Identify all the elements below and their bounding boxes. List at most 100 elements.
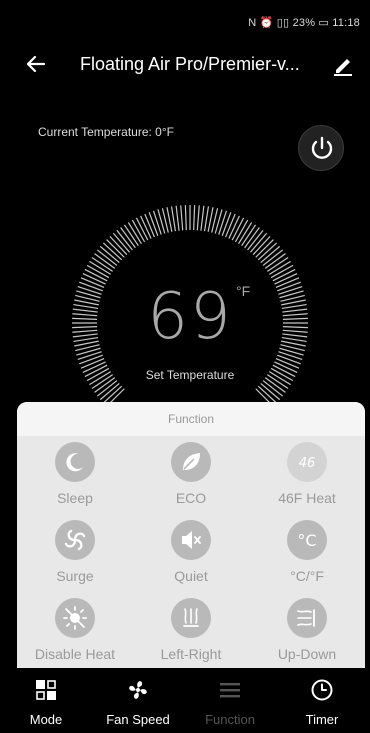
dial-tick xyxy=(152,210,162,235)
nav-function[interactable]: Function xyxy=(184,668,276,733)
dial-tick xyxy=(144,213,155,238)
function-46f-heat[interactable]: 46 46F Heat xyxy=(257,442,357,514)
dial-tick xyxy=(200,205,205,231)
dial-tick xyxy=(278,351,303,361)
dial-tick xyxy=(282,326,308,329)
dial-tick xyxy=(184,205,187,231)
status-bar: N ⏰ ▯▯ 23% ▭ 11:18 xyxy=(0,0,370,40)
clock-icon xyxy=(311,679,333,701)
leaf-icon xyxy=(183,453,200,470)
power-icon xyxy=(311,136,333,159)
nav-label: Fan Speed xyxy=(106,712,170,727)
function-label: °C/°F xyxy=(290,568,324,584)
dial-tick xyxy=(73,336,99,343)
dial-tick xyxy=(203,206,210,232)
dial-tick xyxy=(282,333,308,338)
function-panel: Function Sleep ECO 46 46F Heat Surge Qui… xyxy=(17,402,365,668)
edit-button[interactable] xyxy=(330,52,356,78)
dial-tick xyxy=(193,205,196,231)
function-surge[interactable]: Surge xyxy=(25,520,125,592)
dial-tick xyxy=(72,313,98,317)
dial-tick xyxy=(218,210,228,235)
swirl-icon xyxy=(64,529,86,551)
celsius-text: °C xyxy=(297,531,316,550)
sun-off-icon xyxy=(63,606,87,630)
46-badge-icon: 46 xyxy=(299,456,316,471)
46-badge-text: 46 xyxy=(299,456,316,471)
function-label: Quiet xyxy=(174,568,208,584)
function-eco-circle xyxy=(171,442,211,482)
app-header: Floating Air Pro/Premier-v... xyxy=(0,44,370,84)
dial-tick xyxy=(175,205,180,231)
nav-label: Mode xyxy=(29,712,63,727)
function-up-down[interactable]: Up-Down xyxy=(257,598,357,668)
function-temperature-unit[interactable]: °C °C/°F xyxy=(257,520,357,592)
celsius-icon: °C xyxy=(297,531,316,550)
function-up-down-circle xyxy=(287,598,327,638)
power-button[interactable] xyxy=(298,125,344,171)
dial-tick xyxy=(170,206,177,232)
function-label: Surge xyxy=(56,568,94,584)
nav-fan-speed[interactable]: Fan Speed xyxy=(92,668,184,733)
dial-tick xyxy=(79,354,103,365)
function-eco[interactable]: ECO xyxy=(141,442,241,514)
set-temperature-unit: °F xyxy=(236,283,251,299)
moon-icon xyxy=(66,453,83,472)
dial-tick xyxy=(281,303,307,310)
dial-tick xyxy=(277,354,301,365)
function-quiet-circle xyxy=(171,520,211,560)
current-temperature: Current Temperature: 0°F xyxy=(38,125,174,139)
nav-mode[interactable]: Mode xyxy=(0,668,92,733)
dial-tick xyxy=(278,285,303,295)
dial-tick xyxy=(80,358,105,369)
menu-icon xyxy=(220,683,240,698)
function-temperature-unit-circle: °C xyxy=(287,520,327,560)
dial-tick xyxy=(277,281,301,292)
bottom-nav: Mode Fan Speed Function Timer xyxy=(0,668,370,733)
dial-tick xyxy=(225,213,236,238)
dial-tick xyxy=(282,313,308,317)
fan-icon xyxy=(129,681,147,699)
dial-tick xyxy=(148,212,159,236)
function-disable-heat-circle xyxy=(55,598,95,638)
dial-tick xyxy=(72,329,98,333)
dial-tick xyxy=(221,212,232,236)
function-label: ECO xyxy=(175,490,207,506)
function-label: 46F Heat xyxy=(278,490,336,506)
nav-timer[interactable]: Timer xyxy=(276,668,368,733)
dial-tick xyxy=(282,329,308,333)
status-text: N ⏰ ▯▯ 23% ▭ 11:18 xyxy=(248,17,360,29)
back-button[interactable] xyxy=(22,50,50,78)
function-surge-circle xyxy=(55,520,95,560)
dial-tick xyxy=(73,303,99,310)
function-left-right-circle xyxy=(171,598,211,638)
dial-tick xyxy=(282,317,308,320)
dial-tick xyxy=(275,277,300,288)
dial-tick xyxy=(282,308,308,313)
function-left-right[interactable]: Left-Right xyxy=(141,598,241,668)
function-label: Left-Right xyxy=(160,646,222,662)
function-label: Sleep xyxy=(57,490,93,506)
dial-tick xyxy=(77,285,102,295)
function-sleep[interactable]: Sleep xyxy=(25,442,125,514)
set-temperature-label: Set Temperature xyxy=(145,368,235,382)
function-quiet[interactable]: Quiet xyxy=(141,520,241,592)
function-label: Disable Heat xyxy=(34,646,116,662)
dial-tick xyxy=(79,281,103,292)
dial-tick xyxy=(77,351,102,361)
speaker-mute-icon xyxy=(182,531,201,549)
function-panel-title: Function xyxy=(17,402,365,436)
page-title: Floating Air Pro/Premier-v... xyxy=(80,54,300,74)
nav-label: Function xyxy=(205,712,255,727)
dial-tick xyxy=(72,326,98,329)
pencil-icon xyxy=(334,59,352,76)
dial-tick xyxy=(196,205,200,231)
dial-tick xyxy=(275,358,300,369)
function-disable-heat[interactable]: Disable Heat xyxy=(25,598,125,668)
arrow-left-icon xyxy=(26,55,46,73)
swing-up-down-icon xyxy=(297,609,315,627)
set-temperature-value: 69 xyxy=(147,280,233,354)
dial-tick xyxy=(72,317,98,320)
dial-tick xyxy=(180,205,184,231)
function-sleep-circle xyxy=(55,442,95,482)
